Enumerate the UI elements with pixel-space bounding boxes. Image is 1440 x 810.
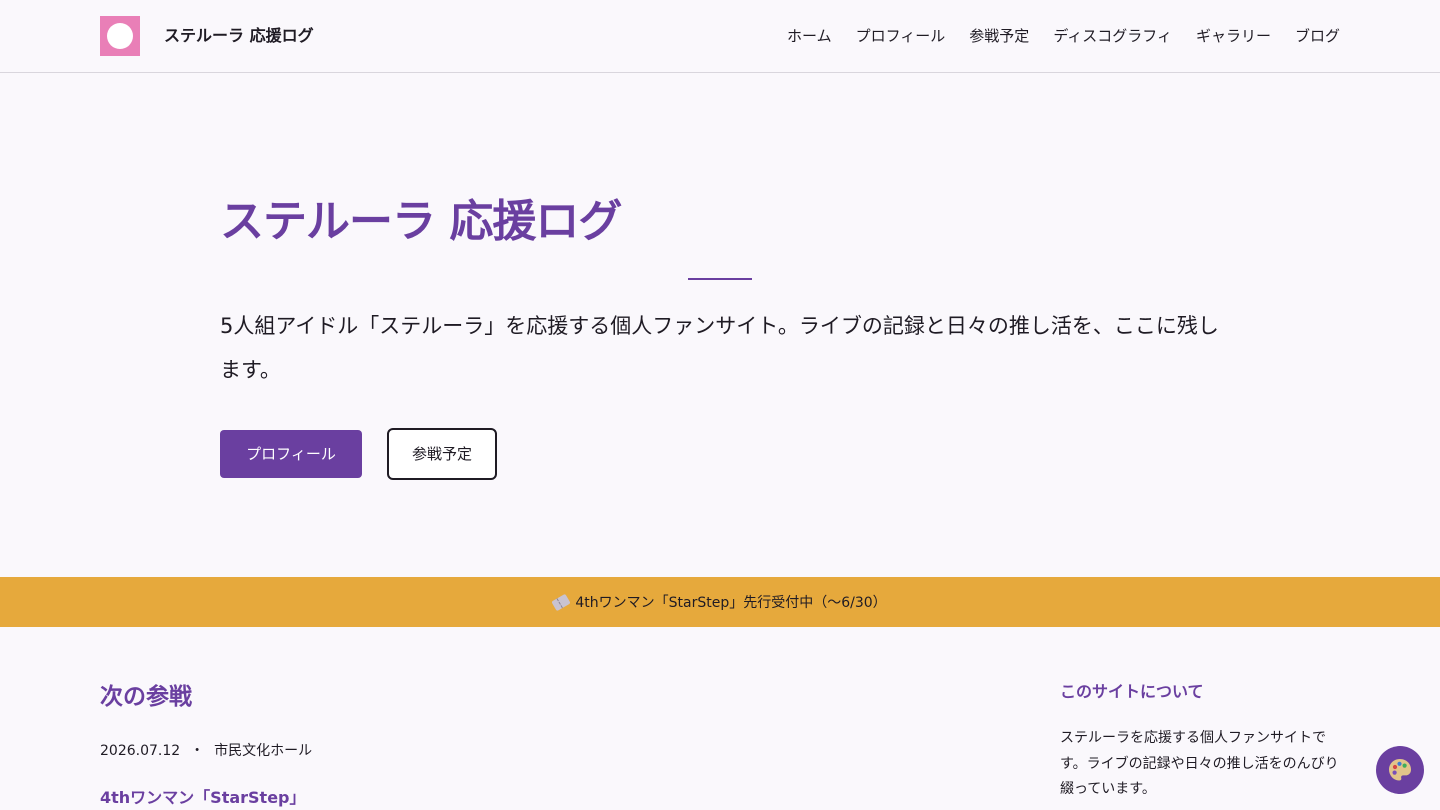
- hero-divider: [688, 278, 752, 280]
- main-nav: ホーム プロフィール 参戦予定 ディスコグラフィ ギャラリー ブログ: [787, 24, 1340, 48]
- next-event-heading: 次の参戦: [100, 684, 192, 710]
- about-text: ステルーラを応援する個人ファンサイトです。ライブの記録や日々の推し活をのんびり綴…: [1060, 730, 1339, 797]
- event-title[interactable]: 4thワンマン「StarStep」: [100, 786, 306, 810]
- theme-button[interactable]: [1376, 746, 1424, 794]
- site-name[interactable]: ステルーラ 応援ログ: [164, 24, 314, 48]
- site-logo-icon[interactable]: [100, 16, 140, 56]
- about-heading: このサイトについて: [1060, 682, 1204, 701]
- nav-gallery[interactable]: ギャラリー: [1196, 24, 1271, 48]
- meta-separator: ・: [190, 743, 205, 759]
- nav-home[interactable]: ホーム: [787, 24, 832, 48]
- hero-lead: 5人組アイドル「ステルーラ」を応援する個人ファンサイト。ライブの記録と日々の推し…: [220, 314, 1219, 382]
- nav-discography[interactable]: ディスコグラフィ: [1053, 24, 1172, 48]
- profile-button[interactable]: プロフィール: [220, 430, 362, 478]
- site-header: ステルーラ 応援ログ ホーム プロフィール 参戦予定 ディスコグラフィ ギャラリ…: [0, 0, 1440, 73]
- event-venue: 市民文化ホール: [214, 743, 313, 759]
- hero-title: ステルーラ 応援ログ: [220, 196, 622, 247]
- nav-schedule[interactable]: 参戦予定: [969, 24, 1029, 48]
- palette-icon: [1389, 759, 1411, 781]
- ticket-icon: [551, 593, 572, 611]
- schedule-button[interactable]: 参戦予定: [387, 428, 497, 480]
- event-date: 2026.07.12: [100, 743, 181, 759]
- announcement-text: 4thワンマン「StarStep」先行受付中（〜6/30）: [575, 595, 887, 611]
- logo-dot: [107, 23, 133, 49]
- nav-profile[interactable]: プロフィール: [856, 24, 946, 48]
- nav-blog[interactable]: ブログ: [1295, 24, 1340, 48]
- announcement-bar[interactable]: 4thワンマン「StarStep」先行受付中（〜6/30）: [0, 577, 1440, 627]
- event-meta: 2026.07.12 ・市民文化ホール: [100, 740, 312, 762]
